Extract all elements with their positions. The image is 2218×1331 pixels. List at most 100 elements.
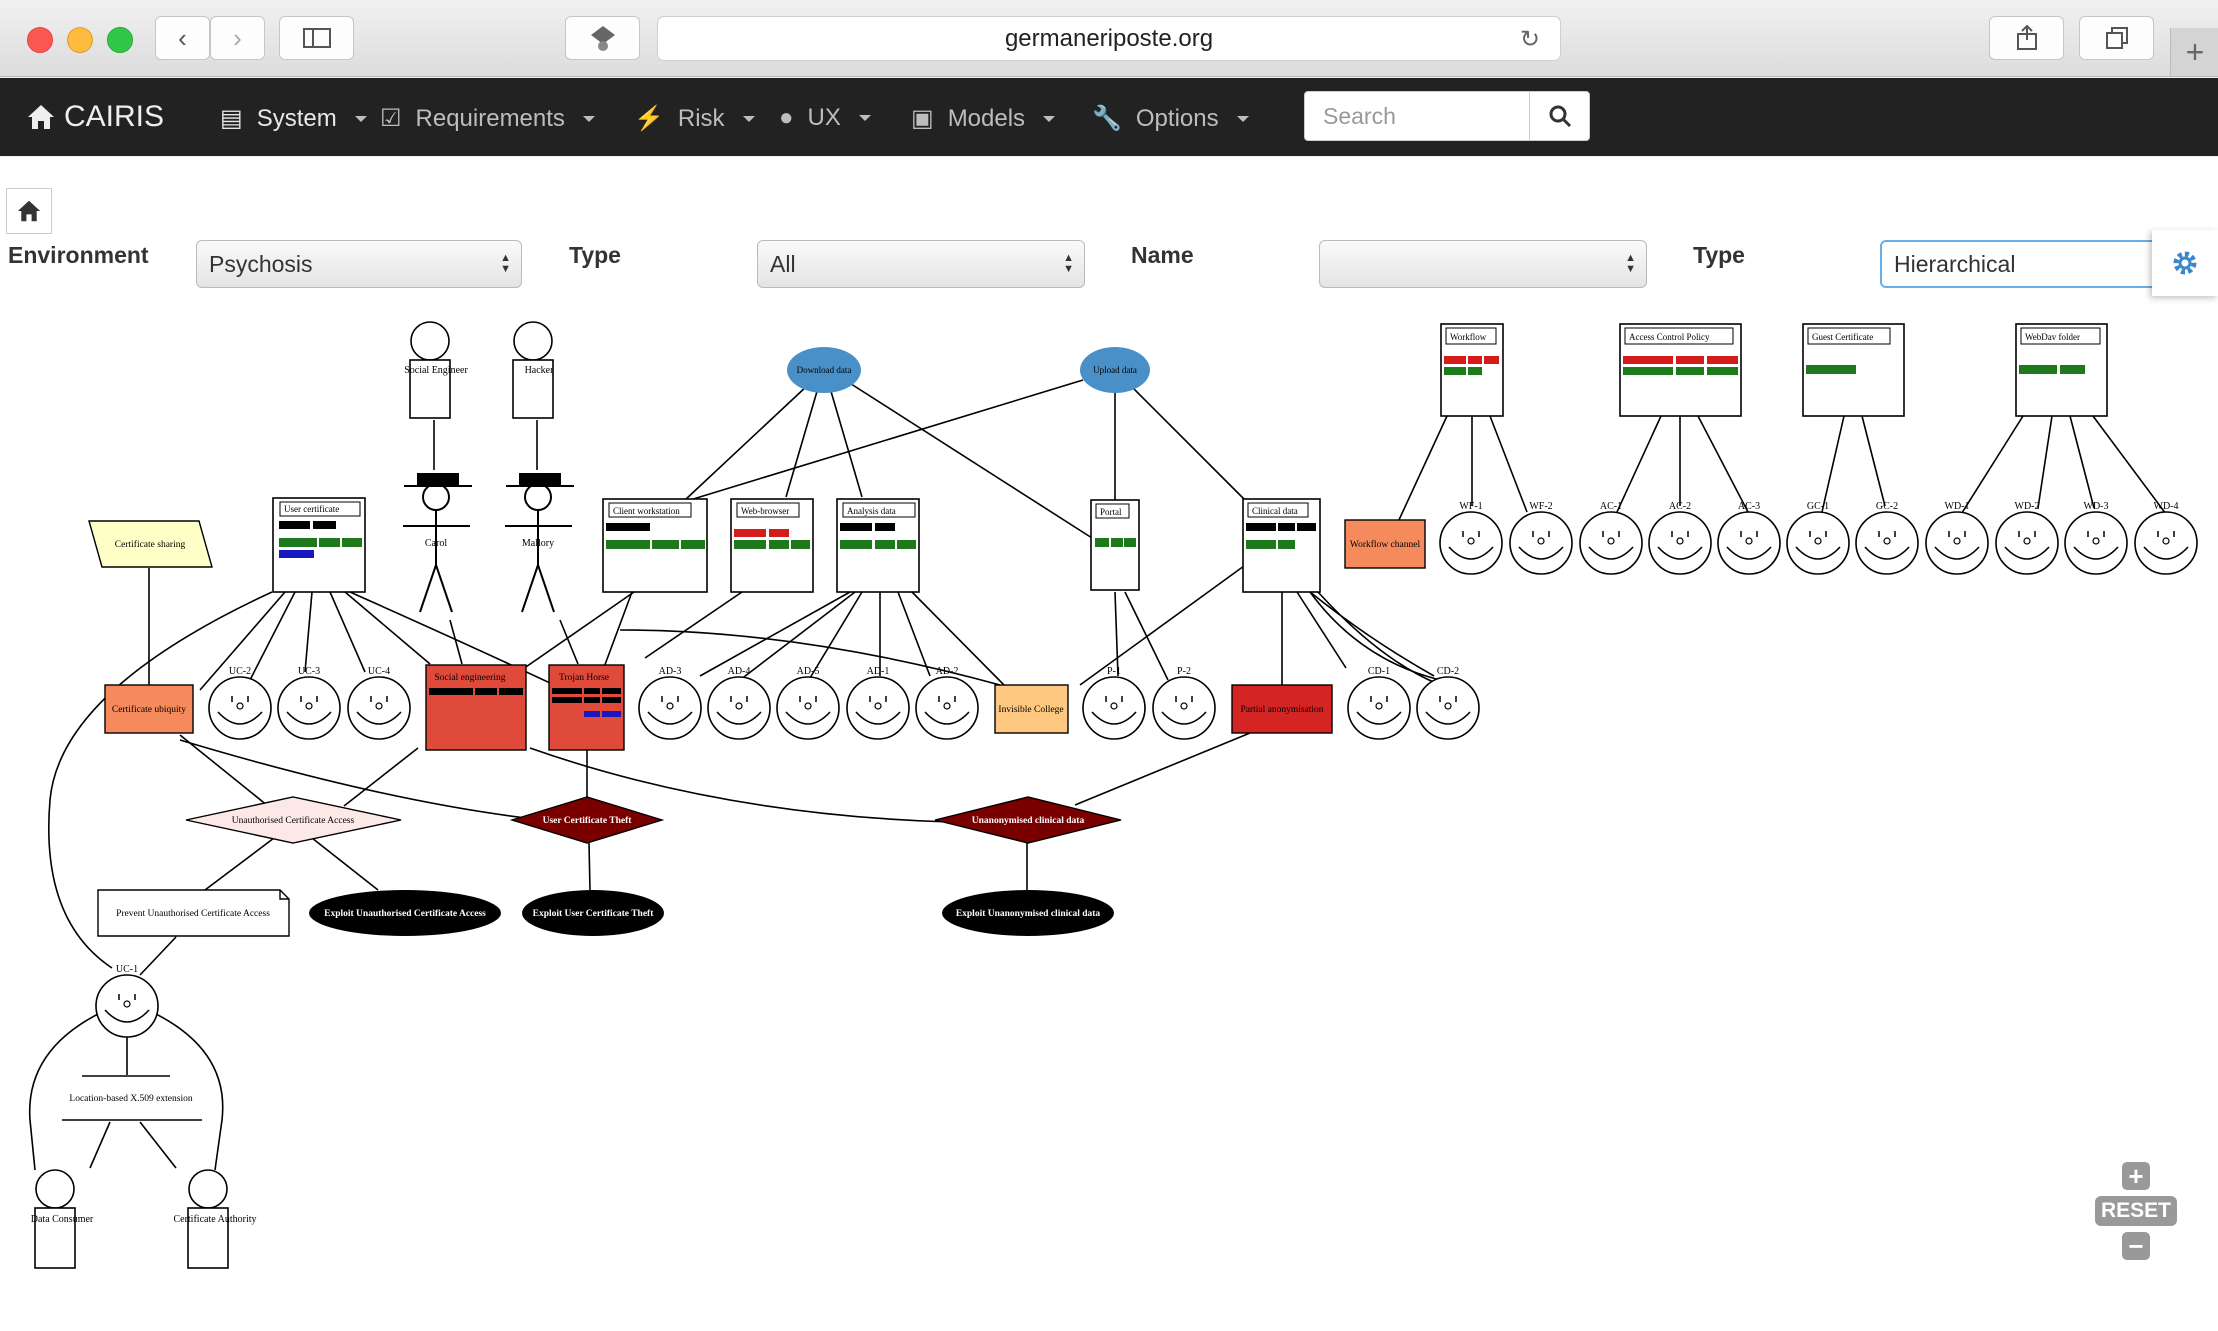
risk-unauthorised-certificate-access[interactable]: Unauthorised Certificate Access — [185, 796, 402, 844]
usecase-label: UC-3 — [298, 666, 320, 677]
threat-social-engineering[interactable]: Social engineering — [425, 664, 527, 751]
usecase-label: AD-3 — [659, 666, 682, 677]
usecase-label: UC-2 — [229, 666, 251, 677]
misuse-case-exploit-user-certificate-theft[interactable]: Exploit User Certificate Theft — [522, 890, 664, 936]
reset-zoom-button[interactable]: RESET — [2094, 1196, 2177, 1226]
asset-portal[interactable]: Portal — [1090, 499, 1140, 591]
usecase-node[interactable]: AD-5 — [776, 666, 840, 740]
usecase-node[interactable]: UC-2 — [208, 666, 272, 740]
usecase-label: CD-2 — [1437, 666, 1459, 677]
misuse-case-exploit-unauthorised-certificate-access[interactable]: Exploit Unauthorised Certificate Access — [309, 890, 501, 936]
asset-analysis-data[interactable]: Analysis data — [836, 498, 920, 593]
usecase-label: WD-1 — [1945, 501, 1970, 512]
usecase-node[interactable]: AC-1 — [1579, 501, 1643, 575]
asset-user-certificate[interactable]: User certificate — [272, 497, 366, 593]
risk-label: Unanonymised clinical data — [972, 816, 1085, 826]
usecase-label: WD-3 — [2084, 501, 2109, 512]
asset-label: WebDav folder — [2025, 332, 2080, 342]
process-label: Upload data — [1093, 365, 1137, 375]
usecase-label: UC-1 — [116, 964, 138, 975]
note-label: Prevent Unauthorised Certificate Access — [116, 908, 270, 919]
risk-label: User Certificate Theft — [543, 816, 633, 826]
usecase-node[interactable]: UC-1 — [95, 964, 159, 1038]
asset-label: Guest Certificate — [1812, 332, 1873, 342]
vulnerability-label: Invisible College — [998, 705, 1063, 715]
usecase-label: GC-1 — [1807, 501, 1829, 512]
asset-label: Client workstation — [613, 506, 680, 516]
person-certificate-authority[interactable]: Certificate Authority — [173, 1169, 257, 1269]
usecase-node[interactable]: WD-4 — [2134, 501, 2198, 575]
usecase-node[interactable]: UC-3 — [277, 666, 341, 740]
usecase-node[interactable]: P-2 — [1152, 666, 1216, 740]
misuse-case-exploit-unanonymised-clinical-data[interactable]: Exploit Unanonymised clinical data — [942, 890, 1114, 936]
asset-access-control-policy[interactable]: Access Control Policy — [1619, 323, 1742, 417]
usecase-label: AD-4 — [728, 666, 751, 677]
role-label: Location-based X.509 extension — [69, 1094, 192, 1104]
threat-trojan-horse[interactable]: Trojan Horse — [548, 664, 625, 751]
usecase-node[interactable]: AC-3 — [1717, 501, 1781, 575]
usecase-node[interactable]: UC-4 — [347, 666, 411, 740]
usecase-label: AD-5 — [797, 666, 820, 677]
usecase-node[interactable]: WD-3 — [2064, 501, 2128, 575]
asset-workflow[interactable]: Workflow — [1440, 323, 1504, 417]
threat-label: Trojan Horse — [559, 673, 609, 683]
usecase-node[interactable]: AC-2 — [1648, 501, 1712, 575]
vulnerability-certificate-ubiquity[interactable]: Certificate ubiquity — [104, 684, 194, 734]
usecase-label: GC-2 — [1876, 501, 1898, 512]
person-hacker[interactable]: Hacker — [512, 321, 554, 419]
zoom-out-button[interactable]: − — [2122, 1232, 2150, 1260]
usecase-node[interactable]: AD-1 — [846, 666, 910, 740]
usecase-node[interactable]: AD-4 — [707, 666, 771, 740]
usecase-label: WD-4 — [2154, 501, 2179, 512]
person-label: Data Consumer — [31, 1214, 94, 1225]
usecase-node[interactable]: WD-1 — [1925, 501, 1989, 575]
asset-web-browser[interactable]: Web-browser — [730, 498, 814, 593]
attacker-label: Mallory — [522, 538, 554, 549]
usecase-node[interactable]: WF-1 — [1439, 501, 1503, 575]
asset-clinical-data[interactable]: Clinical data — [1242, 498, 1321, 593]
threat-partial-anonymisation[interactable]: Partial anonymisation — [1231, 684, 1333, 734]
asset-webdav-folder[interactable]: WebDav folder — [2015, 323, 2108, 417]
asset-guest-certificate[interactable]: Guest Certificate — [1802, 323, 1905, 417]
usecase-node[interactable]: CD-1 — [1347, 666, 1411, 740]
usecase-label: AD-2 — [936, 666, 959, 677]
usecase-node[interactable]: AD-3 — [638, 666, 702, 740]
person-label: Social Engineer — [404, 365, 468, 376]
threat-label: Partial anonymisation — [1240, 705, 1323, 715]
usecase-node[interactable]: WD-2 — [1995, 501, 2059, 575]
person-data-consumer[interactable]: Data Consumer — [31, 1169, 94, 1269]
usecase-label: AC-1 — [1600, 501, 1622, 512]
usecase-label: AD-1 — [867, 666, 890, 677]
asset-label: User certificate — [284, 504, 339, 514]
asset-client-workstation[interactable]: Client workstation — [602, 498, 708, 593]
usecase-label: AC-3 — [1738, 501, 1760, 512]
usecase-node[interactable]: GC-2 — [1855, 501, 1919, 575]
goal-label: Certificate sharing — [115, 539, 186, 550]
usecase-node[interactable]: GC-1 — [1786, 501, 1850, 575]
asset-label: Web-browser — [741, 506, 789, 516]
vulnerability-invisible-college[interactable]: Invisible College — [994, 684, 1069, 734]
process-download-data[interactable]: Download data — [787, 347, 861, 393]
misuse-case-label: Exploit Unauthorised Certificate Access — [324, 909, 486, 919]
role-location-based-extension[interactable]: Location-based X.509 extension — [62, 1075, 202, 1121]
vulnerability-workflow-channel[interactable]: Workflow channel — [1344, 519, 1426, 569]
note-prevent-unauthorised-certificate-access[interactable]: Prevent Unauthorised Certificate Access — [97, 889, 290, 937]
zoom-in-button[interactable]: + — [2122, 1162, 2150, 1190]
attacker-carol[interactable]: Carol — [403, 473, 472, 613]
risk-unanonymised-clinical-data[interactable]: Unanonymised clinical data — [934, 796, 1122, 844]
usecase-label: WD-2 — [2015, 501, 2040, 512]
process-upload-data[interactable]: Upload data — [1080, 347, 1150, 393]
person-social-engineer[interactable]: Social Engineer — [404, 321, 468, 419]
asset-label: Workflow — [1450, 332, 1487, 342]
risk-model-graph[interactable]: Social Engineer Hacker Carol Mallory Dow… — [0, 0, 2218, 1331]
person-label: Certificate Authority — [173, 1214, 256, 1225]
threat-label: Social engineering — [435, 673, 506, 683]
asset-label: Analysis data — [847, 506, 896, 516]
usecase-label: P-2 — [1177, 666, 1191, 677]
usecase-node[interactable]: WF-2 — [1509, 501, 1573, 575]
risk-user-certificate-theft[interactable]: User Certificate Theft — [509, 796, 665, 844]
misuse-case-label: Exploit Unanonymised clinical data — [956, 909, 1101, 919]
goal-certificate-sharing[interactable]: Certificate sharing — [88, 520, 213, 568]
attacker-mallory[interactable]: Mallory — [505, 473, 574, 613]
asset-label: Portal — [1100, 507, 1122, 517]
